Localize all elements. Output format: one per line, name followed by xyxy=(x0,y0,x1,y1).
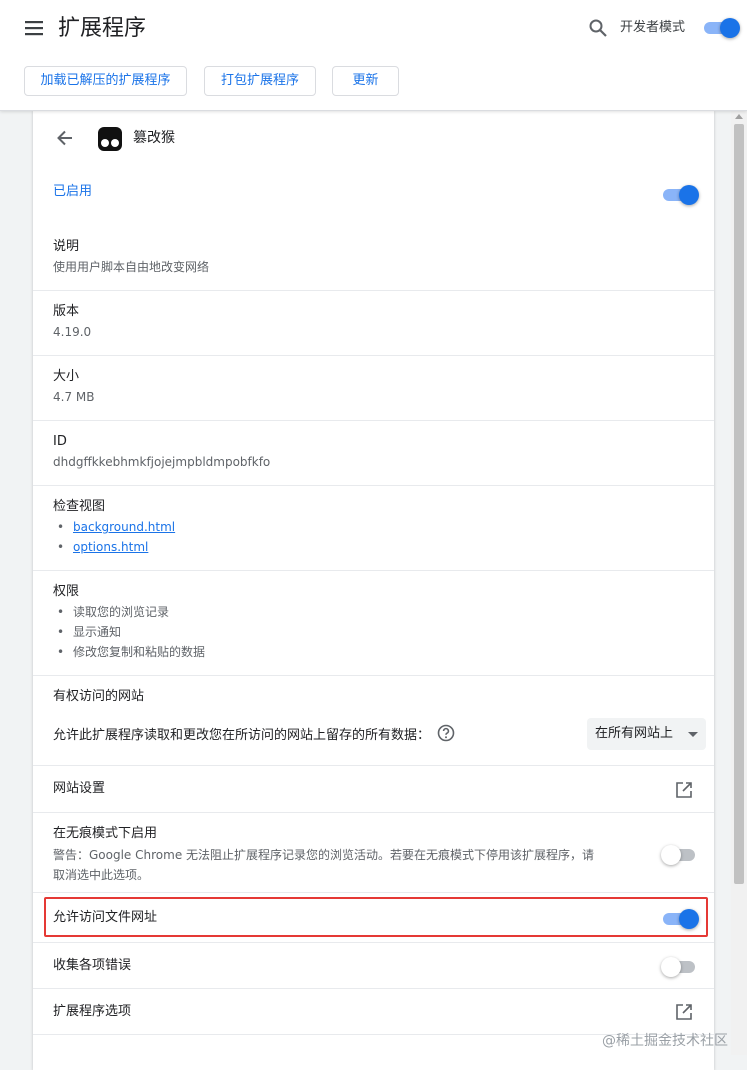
pack-extension-button[interactable]: 打包扩展程序 xyxy=(204,66,316,96)
version-row: 版本 4.19.0 xyxy=(33,290,714,355)
collect-errors-label: 收集各项错误 xyxy=(53,958,132,973)
permissions-label: 权限 xyxy=(53,584,80,599)
incognito-row: 在无痕模式下启用 警告：Google Chrome 无法阻止扩展程序记录您的浏览… xyxy=(33,812,714,892)
site-access-label: 有权访问的网站 xyxy=(53,689,145,704)
list-item: options.html xyxy=(53,537,175,557)
update-button[interactable]: 更新 xyxy=(332,66,399,96)
incognito-label: 在无痕模式下启用 xyxy=(53,826,158,841)
developer-mode-label: 开发者模式 xyxy=(620,20,686,35)
menu-icon[interactable] xyxy=(24,18,44,38)
permissions-list: 读取您的浏览记录 显示通知 修改您复制和粘贴的数据 xyxy=(53,602,205,662)
id-label: ID xyxy=(53,434,67,449)
back-icon[interactable] xyxy=(55,128,75,148)
description-value: 使用用户脚本自由地改变网络 xyxy=(53,260,210,274)
open-in-new-icon[interactable] xyxy=(675,1003,693,1021)
extension-enabled-toggle[interactable] xyxy=(663,183,699,205)
toggle-knob xyxy=(661,845,681,865)
options-page-link[interactable]: options.html xyxy=(73,540,148,554)
extension-icon xyxy=(98,127,122,151)
page-title: 扩展程序 xyxy=(58,16,147,41)
description-label: 说明 xyxy=(53,239,80,254)
inspect-views-label: 检查视图 xyxy=(53,499,106,514)
version-label: 版本 xyxy=(53,304,80,319)
site-settings-row[interactable]: 网站设置 xyxy=(33,765,714,812)
extension-options-row[interactable]: 扩展程序选项 xyxy=(33,988,714,1034)
scroll-thumb[interactable] xyxy=(734,124,744,884)
scrollbar[interactable] xyxy=(731,110,747,1055)
toggle-knob xyxy=(720,18,740,38)
id-value: dhdgffkkebhmkfjojejmpbldmpobfkfo xyxy=(53,455,271,469)
developer-mode-toggle[interactable] xyxy=(704,16,740,38)
background-page-link[interactable]: background.html xyxy=(73,520,175,534)
scroll-up-arrow[interactable] xyxy=(735,114,743,119)
incognito-warning-line1: 警告：Google Chrome 无法阻止扩展程序记录您的浏览活动。若要在无痕模… xyxy=(53,848,595,862)
search-icon[interactable] xyxy=(588,18,608,38)
description-row: 说明 使用用户脚本自由地改变网络 xyxy=(33,227,714,289)
site-access-selected: 在所有网站上 xyxy=(595,726,674,741)
incognito-toggle[interactable] xyxy=(661,843,697,865)
list-item: 修改您复制和粘贴的数据 xyxy=(53,642,205,662)
extensions-header: 扩展程序 开发者模式 加载已解压的扩展程序 打包扩展程序 更新 xyxy=(0,0,747,111)
toggle-knob xyxy=(661,957,681,977)
watermark: @稀土掘金技术社区 xyxy=(602,1033,728,1049)
version-value: 4.19.0 xyxy=(53,325,92,339)
permissions-row: 权限 读取您的浏览记录 显示通知 修改您复制和粘贴的数据 xyxy=(33,570,714,675)
load-unpacked-button[interactable]: 加载已解压的扩展程序 xyxy=(24,66,187,96)
size-row: 大小 4.7 MB xyxy=(33,355,714,420)
highlight-box xyxy=(44,897,708,937)
size-value: 4.7 MB xyxy=(53,390,95,404)
size-label: 大小 xyxy=(53,369,80,384)
inspect-views-row: 检查视图 background.html options.html xyxy=(33,485,714,570)
list-item: background.html xyxy=(53,517,175,537)
id-row: ID dhdgffkkebhmkfjojejmpbldmpobfkfo xyxy=(33,420,714,485)
extension-options-label: 扩展程序选项 xyxy=(53,1004,132,1019)
extension-name: 篡改猴 xyxy=(133,130,175,146)
site-settings-label: 网站设置 xyxy=(53,781,106,796)
extension-detail-card: 篡改猴 已启用 说明 使用用户脚本自由地改变网络 版本 4.19.0 大小 4.… xyxy=(33,110,714,1070)
enabled-label: 已启用 xyxy=(53,184,93,199)
collect-errors-toggle[interactable] xyxy=(661,955,697,977)
list-item: 显示通知 xyxy=(53,622,205,642)
site-access-select[interactable]: 在所有网站上 xyxy=(587,718,706,750)
site-access-text: 允许此扩展程序读取和更改您在所访问的网站上留存的所有数据： xyxy=(53,728,431,743)
collect-errors-row: 收集各项错误 xyxy=(33,942,714,988)
help-icon[interactable] xyxy=(437,724,455,742)
open-in-new-icon[interactable] xyxy=(675,781,693,799)
list-item: 读取您的浏览记录 xyxy=(53,602,205,622)
incognito-warning-line2: 取消选中此选项。 xyxy=(53,868,150,882)
dropdown-caret-icon xyxy=(688,732,698,737)
toggle-knob xyxy=(679,185,699,205)
inspect-views-list: background.html options.html xyxy=(53,517,175,557)
